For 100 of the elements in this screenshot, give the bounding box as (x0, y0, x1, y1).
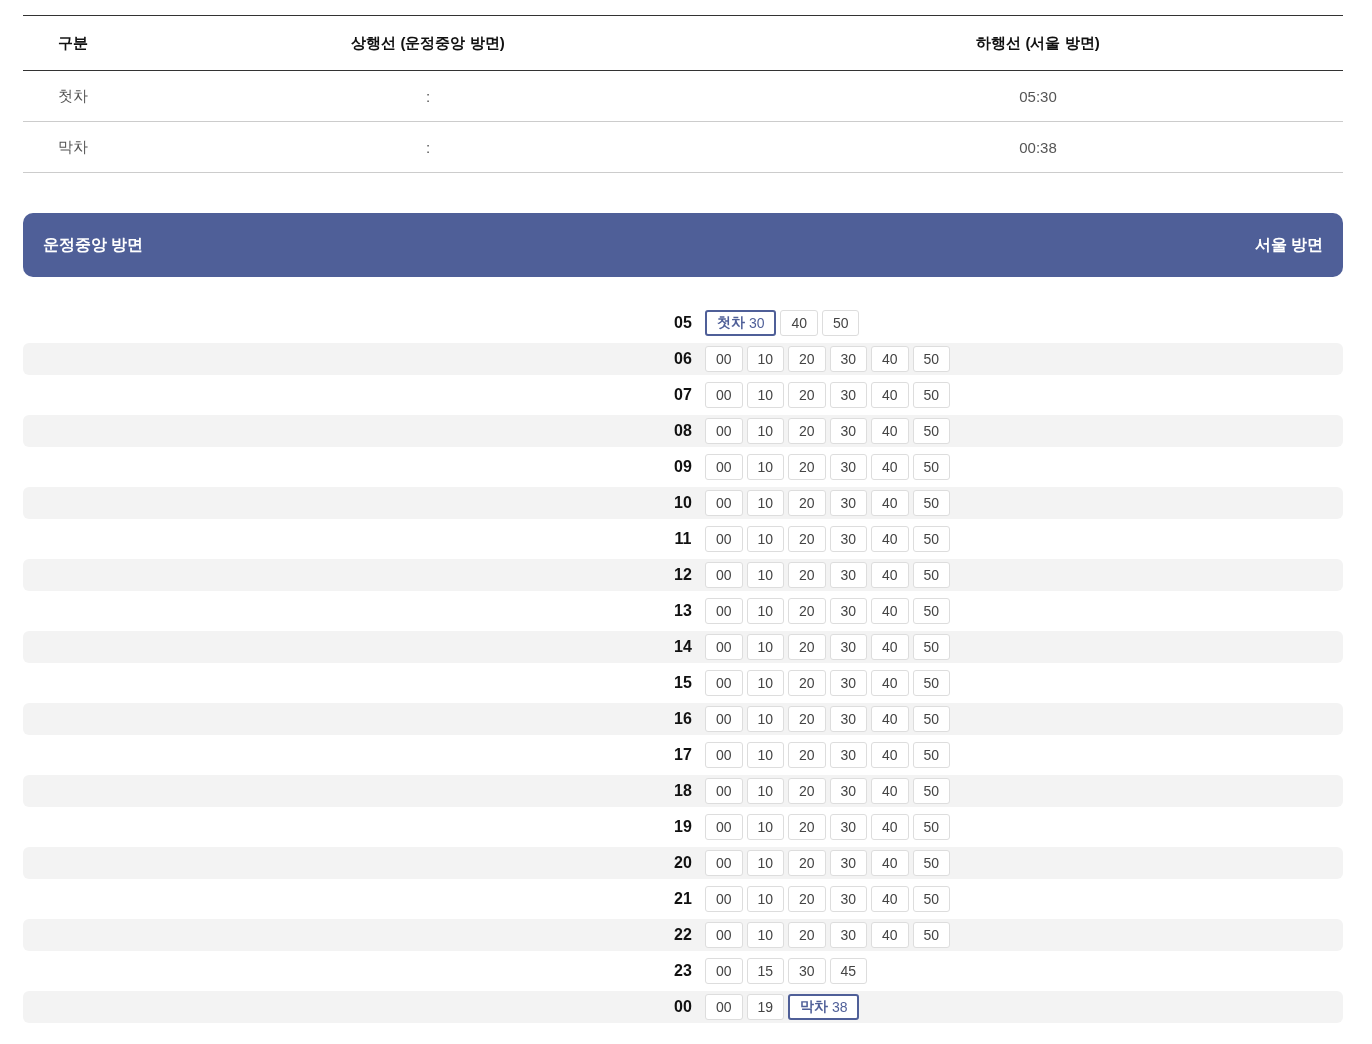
minute-chip: 20 (788, 382, 826, 408)
minute-chip: 30 (829, 526, 867, 552)
minute-chip: 00 (705, 454, 743, 480)
minute-chip: 40 (871, 670, 909, 696)
minute-chip: 30 (829, 886, 867, 912)
minute-chip: 10 (746, 598, 784, 624)
hour-label: 00 (674, 998, 692, 1016)
minute-chip: 00 (705, 526, 743, 552)
minute-chip: 10 (746, 382, 784, 408)
table-cell: : (425, 138, 431, 156)
minute-chip: 20 (788, 418, 826, 444)
minute-chip: 40 (871, 778, 909, 804)
minute-chip: 50 (912, 886, 950, 912)
minute-chip: 30 (788, 958, 826, 984)
minute-chip: 00 (705, 346, 743, 372)
minute-chip: 10 (746, 850, 784, 876)
minute-chip: 20 (788, 562, 826, 588)
minute-chip: 00 (705, 994, 743, 1020)
minute-chip: 40 (871, 814, 909, 840)
hour-label: 08 (674, 422, 692, 440)
minute-chip: 30 (829, 850, 867, 876)
minute-chip: 10 (746, 634, 784, 660)
minute-chip: 00 (705, 922, 743, 948)
minute-chip: 10 (746, 454, 784, 480)
column-header: 구분 (58, 33, 88, 53)
minute-chip: 19 (746, 994, 784, 1020)
minute-chip: 30 (829, 670, 867, 696)
minute-chip: 10 (746, 886, 784, 912)
minute-chip: 30 (829, 634, 867, 660)
minute-chip: 20 (788, 850, 826, 876)
hour-label: 21 (674, 890, 692, 908)
hour-label: 07 (674, 386, 692, 404)
table-cell: 첫차 (58, 86, 88, 106)
minute-chip: 00 (705, 850, 743, 876)
minute-chip: 00 (705, 490, 743, 516)
column-header: 하행선 (서울 방면) (976, 33, 1100, 53)
minute-chip: 20 (788, 634, 826, 660)
hour-label: 15 (674, 674, 692, 692)
minute-chip: 40 (871, 706, 909, 732)
minute-chip: 50 (912, 706, 950, 732)
minute-chip: 40 (780, 310, 818, 336)
minute-chip: 30 (829, 814, 867, 840)
minute-chip: 00 (705, 598, 743, 624)
hour-label: 06 (674, 350, 692, 368)
minute-chip: 30 (829, 346, 867, 372)
minute-chip: 40 (871, 346, 909, 372)
minute-chip: 15 (746, 958, 784, 984)
minute-chip: 30 (829, 382, 867, 408)
minute-chip: 10 (746, 670, 784, 696)
minute-chip: 20 (788, 526, 826, 552)
minute-chip: 40 (871, 634, 909, 660)
hour-label: 20 (674, 854, 692, 872)
hour-label: 10 (674, 494, 692, 512)
minute-chip: 20 (788, 778, 826, 804)
minute-chip: 20 (788, 490, 826, 516)
minute-chip: 40 (871, 886, 909, 912)
minute-chip: 20 (788, 706, 826, 732)
minute-chip: 40 (871, 382, 909, 408)
minute-chip: 20 (788, 346, 826, 372)
table-cell: : (425, 87, 431, 105)
minute-chip: 00 (705, 670, 743, 696)
minute-chip: 10 (746, 778, 784, 804)
minute-chip: 20 (788, 922, 826, 948)
hour-label: 05 (674, 314, 692, 332)
minute-chip: 40 (871, 418, 909, 444)
hour-label: 22 (674, 926, 692, 944)
minute-chip: 50 (821, 310, 860, 336)
minute-chip: 00 (705, 778, 743, 804)
minute-chip: 40 (871, 454, 909, 480)
minute-chip: 50 (912, 418, 950, 444)
minute-chip: 30 (829, 778, 867, 804)
minute-chip: 50 (912, 490, 950, 516)
minute-chip: 20 (788, 814, 826, 840)
minute-chip: 20 (788, 670, 826, 696)
minute-chip: 첫차 30 (705, 310, 777, 336)
direction-label: 운정중앙 방면 (43, 234, 144, 255)
hour-label: 19 (674, 818, 692, 836)
minute-chip: 30 (829, 418, 867, 444)
minute-chip: 00 (705, 562, 743, 588)
minute-chip: 10 (746, 922, 784, 948)
minute-chip: 00 (705, 418, 743, 444)
minute-chip: 40 (871, 562, 909, 588)
minute-chip: 20 (788, 886, 826, 912)
minute-chip: 50 (912, 814, 950, 840)
hour-label: 09 (674, 458, 692, 476)
minute-chip: 00 (705, 814, 743, 840)
minute-chip: 45 (829, 958, 867, 984)
hour-label: 23 (674, 962, 692, 980)
minute-chip: 50 (912, 598, 950, 624)
minute-chip: 30 (829, 598, 867, 624)
minute-chip: 40 (871, 742, 909, 768)
minute-chip: 10 (746, 814, 784, 840)
minute-chip: 10 (746, 562, 784, 588)
minute-chip: 50 (912, 454, 950, 480)
minute-chip: 50 (912, 346, 950, 372)
hour-label: 12 (674, 566, 692, 584)
minute-chip: 00 (705, 706, 743, 732)
minute-chip: 50 (912, 382, 950, 408)
minute-chip: 10 (746, 526, 784, 552)
minute-chip: 10 (746, 346, 784, 372)
